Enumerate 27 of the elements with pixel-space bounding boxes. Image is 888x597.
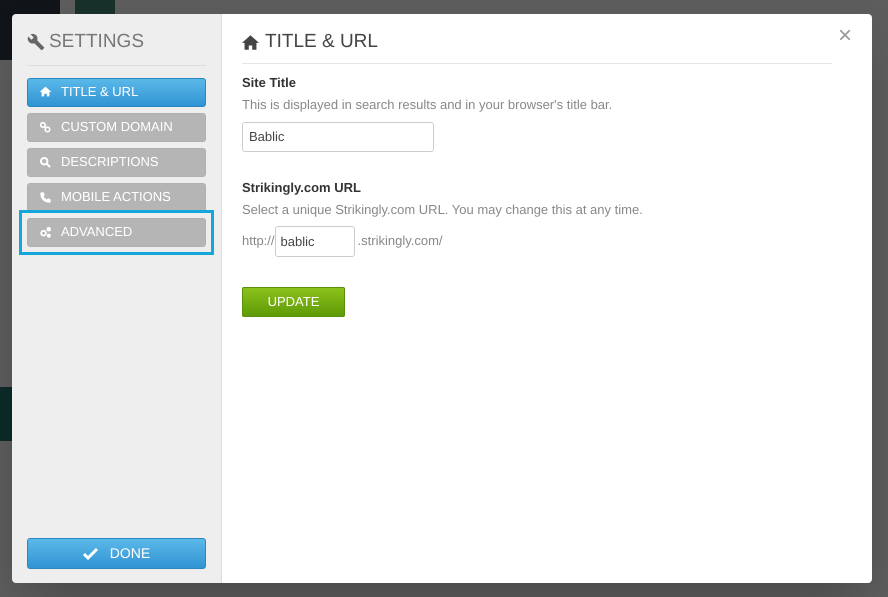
site-title-field[interactable]: Bablic: [242, 122, 434, 152]
field-label: Site Title: [242, 74, 297, 92]
sidebar-tab[interactable]: ADVANCED: [27, 218, 206, 246]
gears-icon: [39, 226, 52, 238]
phone-icon: [39, 190, 52, 204]
check-icon: [82, 548, 98, 560]
panel-title: TITLE & URL: [265, 30, 378, 54]
home-icon: [242, 34, 259, 50]
help-text: This is displayed in search results and in your browser's title bar.: [242, 96, 614, 114]
done-button[interactable]: DONE: [27, 538, 206, 569]
sidebar-tab[interactable]: CUSTOM DOMAIN: [27, 112, 206, 142]
update-button[interactable]: UPDATE: [242, 286, 345, 316]
wrench-icon: [27, 33, 45, 52]
sidebar-tab[interactable]: DESCRIPTIONS: [27, 148, 206, 176]
link-icon: [39, 120, 52, 134]
sidebar-title: SETTINGS: [49, 30, 144, 54]
close-button[interactable]: ×: [838, 24, 852, 48]
help-text: Select a unique Strikingly.com URL. You may change this at any time.: [242, 201, 644, 219]
field-label: Strikingly.com URL: [242, 178, 362, 197]
search-icon: [39, 156, 52, 168]
sidebar-tab[interactable]: TITLE & URL: [27, 78, 206, 106]
background-panel: [0, 387, 12, 441]
url-field[interactable]: bablic: [274, 226, 355, 256]
home-icon: [39, 86, 52, 98]
sidebar-tab[interactable]: MOBILE ACTIONS: [27, 182, 206, 212]
url-suffix: .strikingly.com/: [358, 232, 443, 250]
url-prefix: http://: [242, 232, 275, 250]
